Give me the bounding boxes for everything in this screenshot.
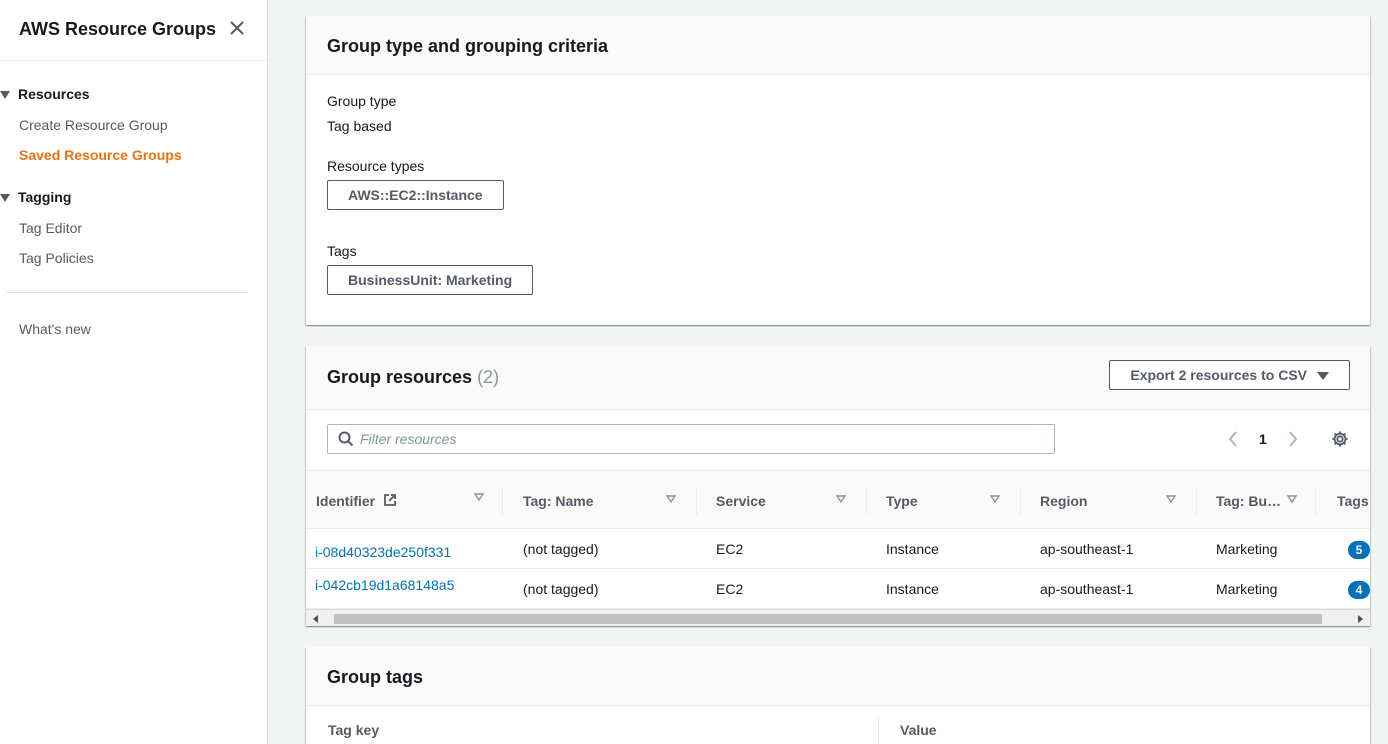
column-header-type[interactable]: Type bbox=[886, 493, 918, 509]
sidebar-item-create-resource-group[interactable]: Create Resource Group bbox=[19, 117, 168, 133]
tags-count-badge[interactable]: 4 bbox=[1348, 581, 1370, 599]
column-header-tag-name[interactable]: Tag: Name bbox=[523, 493, 594, 509]
tags-label: Tags bbox=[327, 243, 357, 259]
cell-service: EC2 bbox=[716, 581, 744, 597]
sidebar-item-saved-resource-groups[interactable]: Saved Resource Groups bbox=[19, 147, 182, 163]
group-tags-panel: Group tags Tag key Value bbox=[306, 647, 1370, 744]
column-separator bbox=[1315, 487, 1316, 515]
external-link-icon bbox=[384, 494, 396, 506]
cell-tag-businessunit: Marketing bbox=[1216, 581, 1278, 597]
sidebar: AWS Resource Groups Resources Create Res… bbox=[0, 0, 268, 744]
table-header: Identifier Tag: Name Service Type Region… bbox=[306, 470, 1370, 529]
export-csv-button[interactable]: Export 2 resources to CSV bbox=[1109, 360, 1350, 390]
scrollbar-thumb[interactable] bbox=[334, 614, 1322, 624]
table-row: i-042cb19d1a68148a5 (not tagged) EC2 Ins… bbox=[306, 569, 1370, 609]
filter-resources-field[interactable] bbox=[327, 424, 1055, 454]
sidebar-header: AWS Resource Groups bbox=[0, 0, 267, 61]
grouping-criteria-panel: Group type and grouping criteria Group t… bbox=[306, 16, 1370, 325]
sidebar-section-label: Tagging bbox=[18, 189, 72, 205]
sidebar-section-tagging[interactable]: Tagging bbox=[0, 189, 71, 205]
column-header-value: Value bbox=[900, 722, 937, 738]
page-number[interactable]: 1 bbox=[1259, 431, 1267, 447]
resource-types-label: Resource types bbox=[327, 158, 425, 174]
cell-tag-name: (not tagged) bbox=[523, 581, 599, 597]
cell-type: Instance bbox=[886, 581, 939, 597]
column-separator bbox=[866, 487, 867, 515]
group-type-label: Group type bbox=[327, 93, 397, 109]
tag-token: BusinessUnit: Marketing bbox=[327, 265, 534, 295]
resource-identifier-link[interactable]: i-042cb19d1a68148a5 bbox=[315, 577, 454, 593]
caret-down-icon bbox=[0, 90, 10, 99]
column-separator bbox=[878, 717, 879, 744]
chevron-right-icon[interactable] bbox=[1286, 430, 1300, 448]
column-separator bbox=[502, 487, 503, 515]
horizontal-scrollbar[interactable] bbox=[306, 609, 1370, 626]
cell-region: ap-southeast-1 bbox=[1040, 541, 1134, 557]
column-header-label: Identifier bbox=[316, 493, 376, 509]
column-header-tag-businessunit[interactable]: Tag: Bu… bbox=[1216, 493, 1281, 509]
panel-header: Group tags bbox=[306, 647, 1370, 706]
sort-icon[interactable] bbox=[1165, 493, 1177, 505]
cell-service: EC2 bbox=[716, 541, 744, 557]
sort-icon[interactable] bbox=[989, 493, 1001, 505]
sidebar-item-tag-editor[interactable]: Tag Editor bbox=[19, 220, 82, 236]
cell-tag-businessunit: Marketing bbox=[1216, 541, 1278, 557]
sort-icon[interactable] bbox=[473, 491, 485, 503]
panel-title: Group resources (2) bbox=[327, 367, 499, 388]
sort-icon[interactable] bbox=[665, 493, 677, 505]
table-row: i-08d40323de250f331 (not tagged) EC2 Ins… bbox=[306, 529, 1370, 569]
sidebar-divider bbox=[7, 292, 247, 293]
column-header-tag-key: Tag key bbox=[328, 722, 380, 738]
close-icon[interactable] bbox=[226, 17, 248, 39]
gear-icon[interactable] bbox=[1331, 430, 1349, 448]
sort-icon[interactable] bbox=[835, 493, 847, 505]
resource-count: (2) bbox=[477, 367, 500, 387]
chevron-left-icon[interactable] bbox=[1226, 430, 1240, 448]
column-separator bbox=[1196, 487, 1197, 515]
scroll-left-arrow-icon[interactable] bbox=[313, 615, 318, 623]
cell-tag-name: (not tagged) bbox=[523, 541, 599, 557]
scroll-right-arrow-icon[interactable] bbox=[1358, 615, 1363, 623]
tags-count-badge[interactable]: 5 bbox=[1348, 541, 1370, 559]
column-header-service[interactable]: Service bbox=[716, 493, 766, 509]
search-icon bbox=[338, 431, 354, 447]
caret-down-icon bbox=[1317, 372, 1329, 381]
resource-identifier-link[interactable]: i-08d40323de250f331 bbox=[315, 544, 451, 560]
caret-down-icon bbox=[0, 193, 10, 202]
sidebar-item-tag-policies[interactable]: Tag Policies bbox=[19, 250, 94, 266]
panel-header: Group type and grouping criteria bbox=[306, 16, 1370, 75]
filter-resources-input[interactable] bbox=[360, 429, 1040, 449]
column-header-tags[interactable]: Tags bbox=[1337, 493, 1369, 509]
export-csv-label: Export 2 resources to CSV bbox=[1130, 367, 1307, 383]
sidebar-item-whats-new[interactable]: What's new bbox=[19, 321, 91, 337]
resource-type-token: AWS::EC2::Instance bbox=[327, 180, 504, 210]
column-separator bbox=[696, 487, 697, 515]
sidebar-section-resources[interactable]: Resources bbox=[0, 86, 90, 102]
group-type-value: Tag based bbox=[327, 118, 392, 134]
sidebar-section-label: Resources bbox=[18, 86, 90, 102]
sidebar-title: AWS Resource Groups bbox=[19, 19, 217, 39]
column-separator bbox=[1020, 487, 1021, 515]
panel-title: Group type and grouping criteria bbox=[327, 36, 609, 56]
cell-type: Instance bbox=[886, 541, 939, 557]
sort-icon[interactable] bbox=[1286, 493, 1298, 505]
cell-region: ap-southeast-1 bbox=[1040, 581, 1134, 597]
panel-title: Group tags bbox=[327, 667, 424, 687]
column-header-identifier[interactable]: Identifier bbox=[316, 493, 397, 509]
column-header-region[interactable]: Region bbox=[1040, 493, 1087, 509]
group-resources-panel: Group resources (2) Export 2 resources t… bbox=[306, 346, 1370, 626]
panel-title-text: Group resources bbox=[327, 367, 473, 387]
panel-header: Group resources (2) Export 2 resources t… bbox=[306, 346, 1370, 410]
